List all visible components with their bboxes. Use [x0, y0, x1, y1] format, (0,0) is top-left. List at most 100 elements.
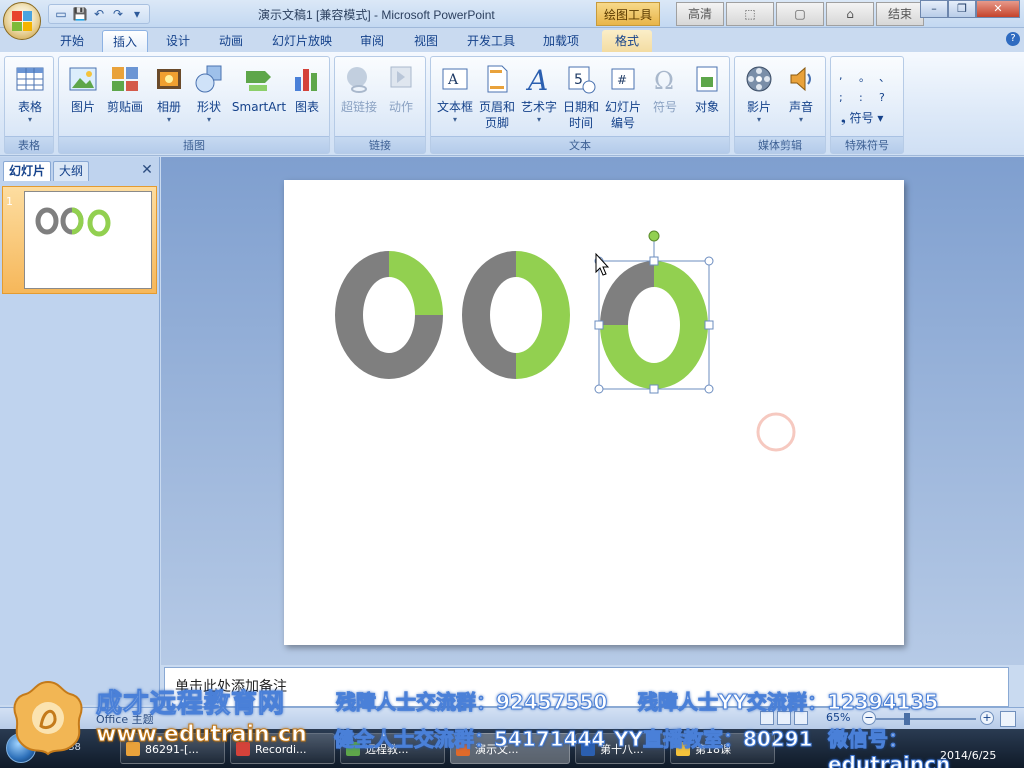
- svg-text:#: #: [617, 73, 627, 87]
- clipart-button[interactable]: 剪贴画: [103, 59, 147, 135]
- resize-handle[interactable]: [649, 256, 659, 266]
- chart-icon: [295, 69, 317, 91]
- symbol-period[interactable]: 。: [859, 69, 879, 85]
- slide-number-button[interactable]: # 幻灯片 编号: [601, 59, 645, 135]
- symbol-grid: , 。 、 ; : ?: [839, 69, 899, 104]
- shapes-button[interactable]: 形状 ▾: [187, 59, 231, 135]
- symbol-enum-comma[interactable]: 、: [879, 69, 899, 85]
- donut-3-gray-segment[interactable]: [600, 261, 654, 325]
- tab-view[interactable]: 视图: [406, 30, 446, 52]
- end-recording-button[interactable]: 结束: [876, 2, 924, 26]
- donut-2-green-segment[interactable]: [516, 251, 570, 379]
- tab-review[interactable]: 审阅: [352, 30, 392, 52]
- smartart-button[interactable]: SmartArt: [231, 59, 287, 135]
- group-special-symbols: , 。 、 ; : ? ❟ 符号 ▾ 特殊符号: [830, 56, 904, 154]
- home-button[interactable]: ⌂: [826, 2, 874, 26]
- window-controls: – ❐ ✕: [920, 0, 1020, 18]
- help-icon[interactable]: ?: [1006, 32, 1020, 46]
- speaker-icon: [790, 66, 811, 92]
- symbol-semicolon[interactable]: ;: [839, 91, 859, 104]
- watermark-yy-classroom: YY直播教室：80291: [614, 727, 814, 752]
- dropdown-arrow-icon: ▾: [166, 115, 171, 124]
- hyperlink-button[interactable]: 超链接: [337, 59, 381, 135]
- group-media: 影片 ▾ 声音 ▾ 媒体剪辑: [734, 56, 826, 154]
- minimize-button[interactable]: –: [920, 0, 948, 18]
- tab-slides[interactable]: 幻灯片: [3, 161, 52, 181]
- resize-handle[interactable]: [649, 384, 659, 394]
- date-time-icon: 5: [568, 66, 596, 94]
- group-label: 文本: [431, 136, 729, 153]
- tab-animations[interactable]: 动画: [211, 30, 251, 52]
- restore-button[interactable]: ❐: [948, 0, 976, 18]
- hd-button[interactable]: 高清: [676, 2, 724, 26]
- action-button[interactable]: 动作: [379, 59, 423, 135]
- undo-icon[interactable]: ↶: [91, 6, 107, 22]
- table-button[interactable]: 表格 ▾: [8, 59, 52, 135]
- window-button[interactable]: ▢: [776, 2, 824, 26]
- tab-format[interactable]: 格式: [602, 30, 652, 52]
- dropdown-arrow-icon: ▾: [206, 115, 211, 124]
- dropdown-arrow-icon: ▾: [756, 115, 761, 124]
- omega-icon: Ω: [654, 67, 674, 95]
- title-bar: ▭ 💾 ↶ ↷ ▾ 演示文稿1 [兼容模式] - Microsoft Power…: [0, 0, 1024, 28]
- symbol-button[interactable]: Ω 符号: [643, 59, 687, 135]
- click-ripple: [756, 412, 796, 452]
- resize-handle[interactable]: [704, 320, 714, 330]
- region-button[interactable]: ⬚: [726, 2, 774, 26]
- svg-text:A: A: [525, 64, 548, 95]
- donut-2-gray-segment[interactable]: [461, 251, 516, 379]
- sound-button[interactable]: 声音 ▾: [779, 59, 823, 135]
- symbol-question[interactable]: ?: [879, 91, 899, 104]
- header-footer-button[interactable]: 页眉和 页脚: [475, 59, 519, 135]
- special-symbol-button[interactable]: ❟ 符号 ▾: [841, 109, 883, 126]
- wordart-button[interactable]: A 艺术字 ▾: [517, 59, 561, 135]
- tab-slideshow[interactable]: 幻灯片放映: [266, 30, 338, 52]
- resize-handle[interactable]: [594, 384, 604, 394]
- picture-button[interactable]: 图片: [61, 59, 105, 135]
- watermark-brand: 成才远程教育网: [95, 689, 286, 720]
- office-button[interactable]: [3, 2, 41, 40]
- customize-qat-icon[interactable]: ▾: [129, 6, 145, 22]
- dropdown-arrow-icon: ▾: [27, 115, 32, 124]
- symbol-comma[interactable]: ,: [839, 69, 859, 85]
- textbox-button[interactable]: A 文本框 ▾: [433, 59, 477, 135]
- resize-handle[interactable]: [594, 320, 604, 330]
- tab-developer[interactable]: 开发工具: [460, 30, 522, 52]
- group-label: 媒体剪辑: [735, 136, 825, 153]
- group-links: 超链接 动作 链接: [334, 56, 426, 154]
- tab-home[interactable]: 开始: [52, 30, 92, 52]
- donut-1-green-segment[interactable]: [389, 251, 443, 315]
- ribbon: 表格 ▾ 表格 图片 剪贴画 相册 ▾ 形状 ▾ SmartArt 图表 插图 …: [0, 52, 1024, 156]
- symbol-colon[interactable]: :: [859, 91, 879, 104]
- rotation-handle[interactable]: [648, 230, 660, 242]
- slide-number-icon: #: [611, 68, 635, 90]
- new-doc-icon[interactable]: ▭: [53, 6, 69, 22]
- tab-insert[interactable]: 插入: [102, 30, 148, 52]
- redo-icon[interactable]: ↷: [110, 6, 126, 22]
- dropdown-arrow-icon: ▾: [798, 115, 803, 124]
- resize-handle[interactable]: [704, 256, 714, 266]
- group-text: A 文本框 ▾ 页眉和 页脚 A 艺术字 ▾ 5 日期和 时间 # 幻灯片 编号…: [430, 56, 730, 154]
- object-button[interactable]: 对象: [685, 59, 729, 135]
- zoom-slider[interactable]: [876, 718, 976, 720]
- tab-outline[interactable]: 大纲: [53, 161, 90, 181]
- slide-thumbnail[interactable]: [24, 191, 152, 289]
- film-icon: [746, 66, 772, 92]
- save-icon[interactable]: 💾: [72, 6, 88, 22]
- thumbnail-donuts: [35, 207, 111, 237]
- header-footer-icon: [487, 65, 508, 93]
- table-icon: [16, 67, 44, 91]
- hyperlink-icon: [347, 67, 367, 93]
- tab-design[interactable]: 设计: [158, 30, 198, 52]
- tab-addins[interactable]: 加载项: [536, 30, 586, 52]
- smartart-icon: [246, 71, 271, 91]
- group-illustrations: 图片 剪贴画 相册 ▾ 形状 ▾ SmartArt 图表 插图: [58, 56, 330, 154]
- resize-handle[interactable]: [704, 384, 714, 394]
- close-button[interactable]: ✕: [976, 0, 1020, 18]
- chart-button[interactable]: 图表: [285, 59, 329, 135]
- movie-button[interactable]: 影片 ▾: [737, 59, 781, 135]
- date-time-button[interactable]: 5 日期和 时间: [559, 59, 603, 135]
- close-pane-icon[interactable]: ✕: [140, 163, 154, 177]
- slide-shapes: [335, 230, 796, 452]
- album-button[interactable]: 相册 ▾: [147, 59, 191, 135]
